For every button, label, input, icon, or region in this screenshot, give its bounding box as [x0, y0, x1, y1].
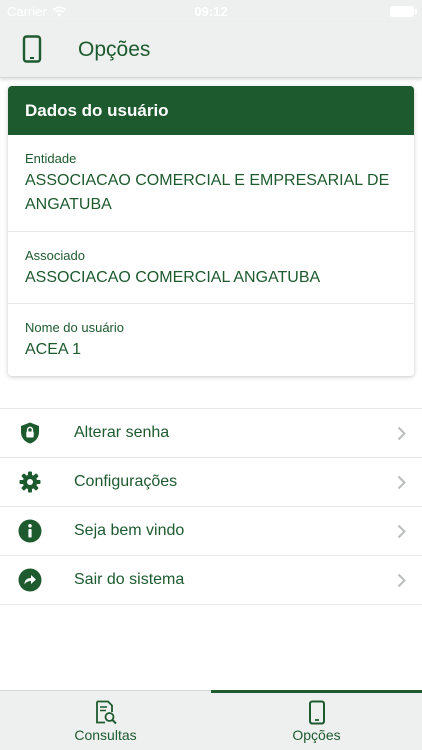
menu-item-label: Configurações	[74, 473, 178, 490]
menu-item-label: Seja bem vindo	[74, 522, 185, 539]
user-data-card: Dados do usuário Entidade ASSOCIACAO COM…	[8, 86, 414, 376]
menu-item-label: Sair do sistema	[74, 571, 185, 588]
phone-icon	[309, 700, 325, 725]
clock: 09:12	[194, 4, 228, 19]
field-nome-usuario: Nome do usuário ACEA 1	[8, 320, 414, 362]
menu-item-configuracoes[interactable]: Configurações	[0, 458, 422, 507]
card-title: Dados do usuário	[8, 86, 414, 135]
field-label: Entidade	[25, 151, 77, 166]
field-label: Associado	[25, 248, 85, 263]
tab-consultas[interactable]: Consultas	[0, 691, 211, 750]
field-value: ACEA 1	[25, 341, 82, 358]
gear-icon	[19, 471, 41, 493]
field-value: ASSOCIACAO COMERCIAL ANGATUBA	[25, 269, 321, 286]
status-bar: Carrier 09:12	[0, 0, 422, 22]
shield-lock-icon	[21, 422, 39, 444]
logout-arrow-icon	[18, 568, 42, 592]
field-value: ASSOCIACAO COMERCIAL E EMPRESARIAL DE AN…	[25, 172, 390, 213]
tab-opcoes[interactable]: Opções	[211, 690, 422, 750]
divider	[8, 231, 414, 232]
menu-item-label: Alterar senha	[74, 424, 170, 441]
menu-item-alterar-senha[interactable]: Alterar senha	[0, 409, 422, 458]
field-associado: Associado ASSOCIACAO COMERCIAL ANGATUBA	[8, 248, 414, 290]
battery-icon	[390, 6, 417, 17]
divider	[8, 303, 414, 304]
chevron-right-icon	[397, 573, 406, 588]
tab-label: Opções	[292, 727, 341, 743]
navigation-bar: Opções	[0, 22, 422, 78]
document-search-icon	[96, 700, 117, 725]
menu-item-sair-do-sistema[interactable]: Sair do sistema	[0, 556, 422, 605]
menu-item-seja-bem-vindo[interactable]: Seja bem vindo	[0, 507, 422, 556]
chevron-right-icon	[397, 426, 406, 441]
page-title: Opções	[78, 38, 151, 61]
field-label: Nome do usuário	[25, 320, 124, 335]
options-menu: Alterar senha Configurações Seja bem vin…	[0, 408, 422, 605]
field-entidade: Entidade ASSOCIACAO COMERCIAL E EMPRESAR…	[8, 151, 414, 217]
phone-icon	[22, 35, 42, 63]
info-icon	[18, 519, 42, 543]
chevron-right-icon	[397, 475, 406, 490]
tab-bar: Consultas Opções	[0, 690, 422, 750]
tab-label: Consultas	[74, 727, 137, 743]
chevron-right-icon	[397, 524, 406, 539]
